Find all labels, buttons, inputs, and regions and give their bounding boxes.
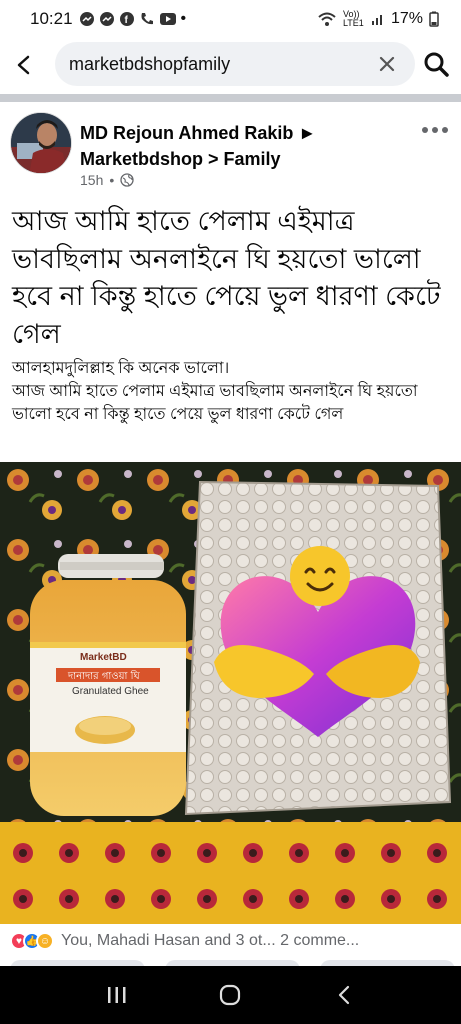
avatar[interactable] — [10, 112, 72, 174]
wifi-icon — [318, 12, 336, 26]
phone-icon — [141, 13, 153, 25]
system-nav-bar — [0, 966, 461, 1024]
post-header: MD Rejoun Ahmed Rakib ► Marketbdshop > F… — [0, 108, 461, 198]
clock: 10:21 — [30, 9, 73, 28]
group-name[interactable]: Marketbdshop > Family — [80, 149, 281, 169]
author-name[interactable]: MD Rejoun Ahmed Rakib — [80, 123, 293, 143]
more-notifications-dot: • — [180, 10, 187, 27]
more-dot — [432, 127, 438, 133]
messenger-icon — [79, 12, 94, 26]
back-button[interactable] — [2, 43, 46, 87]
globe-icon — [120, 173, 134, 187]
search-header: marketbdshopfamily — [0, 38, 461, 92]
network-label: Vo)) LTE1 — [342, 9, 364, 28]
battery-level: 17% — [390, 10, 423, 27]
clear-search-button[interactable] — [373, 50, 401, 78]
photo-image: MarketBD দানাদার গাওয়া ঘি Granulated Gh… — [0, 462, 461, 924]
back-icon — [339, 985, 350, 1005]
youtube-icon — [159, 13, 176, 25]
recent-apps-icon — [107, 987, 126, 1003]
search-button[interactable] — [418, 46, 454, 82]
post-meta: 15h • — [80, 172, 134, 188]
section-divider — [0, 94, 461, 102]
back-nav-button[interactable] — [324, 975, 364, 1015]
care-reaction-icon: ☺ — [36, 932, 54, 950]
shared-to-arrow-icon: ► — [298, 123, 317, 143]
notification-icons: f • — [79, 10, 187, 28]
battery-icon — [429, 11, 439, 27]
home-icon — [220, 984, 241, 1006]
close-icon — [379, 56, 395, 72]
facebook-icon: f — [119, 12, 134, 26]
status-bar: 10:21 f • Vo)) LTE1 17% — [0, 0, 461, 38]
avatar-image — [11, 113, 71, 173]
post-author-line[interactable]: MD Rejoun Ahmed Rakib ► Marketbdshop > F… — [80, 120, 380, 172]
messenger-icon — [99, 12, 114, 26]
search-input[interactable]: marketbdshopfamily — [55, 42, 415, 86]
post-time[interactable]: 15h — [80, 172, 103, 188]
search-query: marketbdshopfamily — [69, 53, 231, 74]
more-dot — [442, 127, 448, 133]
meta-separator: • — [109, 172, 115, 188]
reactions-summary[interactable]: You, Mahadi Hasan and 3 ot... 2 comme... — [61, 932, 359, 950]
post-title: আজ আমি হাতে পেলাম এইমাত্র ভাবছিলাম অনলাই… — [12, 206, 441, 349]
jar-brand: MarketBD — [80, 652, 127, 663]
jar-label-bn: দানাদার গাওয়া ঘি — [67, 670, 140, 682]
home-button[interactable] — [210, 975, 250, 1015]
reactions-bar[interactable]: ♥ 👍 ☺ You, Mahadi Hasan and 3 ot... 2 co… — [0, 926, 461, 956]
signal-icon — [371, 15, 382, 25]
post-body-line: আজ আমি হাতে পেলাম এইমাত্র ভাবছিলাম অনলাই… — [12, 383, 418, 423]
back-arrow-icon — [17, 55, 30, 75]
jar-label-en: Granulated Ghee — [72, 686, 149, 697]
search-icon — [424, 52, 449, 77]
post-photo[interactable]: MarketBD দানাদার গাওয়া ঘি Granulated Gh… — [0, 462, 461, 924]
post-options-button[interactable] — [418, 120, 452, 140]
more-dot — [422, 127, 428, 133]
post-body: আলহামদুলিল্লাহ কি অনেক ভালো। আজ আমি হাতে… — [12, 357, 452, 426]
recent-apps-button[interactable] — [97, 975, 137, 1015]
post-body-line: আলহামদুলিল্লাহ কি অনেক ভালো। — [12, 360, 230, 377]
reaction-icons: ♥ 👍 ☺ — [10, 932, 54, 950]
